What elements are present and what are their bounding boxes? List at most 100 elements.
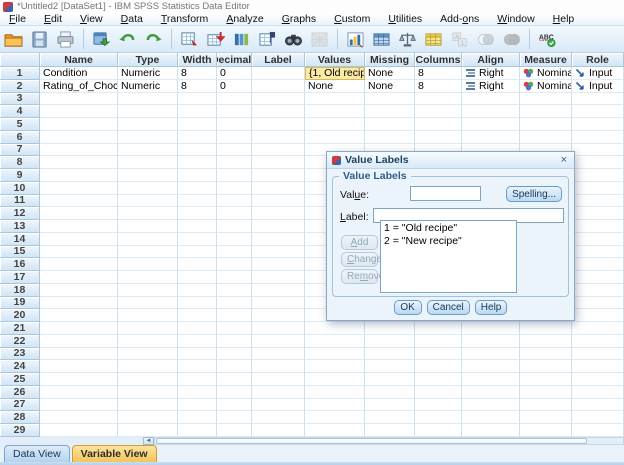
cell-decimals[interactable] — [217, 296, 252, 310]
cell-role[interactable] — [572, 220, 624, 233]
col-header-measure[interactable]: Measure — [520, 53, 572, 67]
value-labels-list[interactable]: 1 = "Old recipe" 2 = "New recipe" — [380, 220, 517, 293]
cell-decimals[interactable] — [217, 424, 252, 437]
cell-align[interactable] — [462, 105, 520, 118]
cell-type[interactable] — [118, 334, 178, 348]
cell-align[interactable] — [462, 118, 520, 131]
cell-type[interactable] — [118, 360, 178, 373]
cell-name[interactable] — [40, 194, 118, 208]
cell-type[interactable] — [118, 181, 178, 195]
cell-type[interactable] — [118, 169, 178, 182]
cell-values[interactable] — [305, 334, 365, 348]
cell-align[interactable] — [462, 347, 520, 361]
dialog-close-icon[interactable]: × — [559, 154, 569, 166]
menu-custom[interactable]: Custom — [325, 13, 379, 26]
row-number[interactable]: 9 — [0, 169, 40, 182]
cell-decimals[interactable] — [217, 360, 252, 373]
cell-missing[interactable] — [365, 130, 415, 144]
scroll-left-arrow[interactable]: ◄ — [143, 437, 154, 445]
cell-role[interactable] — [572, 373, 624, 386]
goto-case-icon[interactable] — [179, 29, 200, 49]
cell-label[interactable] — [252, 118, 305, 131]
open-data-icon[interactable] — [3, 29, 24, 49]
cell-columns[interactable]: 8 — [415, 79, 462, 93]
cell-type[interactable] — [118, 373, 178, 386]
remove-button[interactable]: Remove — [341, 269, 384, 284]
cell-measure[interactable] — [520, 347, 572, 361]
cell-role[interactable] — [572, 296, 624, 310]
insert-variable-icon[interactable] — [257, 29, 278, 49]
cell-role[interactable] — [572, 169, 624, 182]
cell-width[interactable] — [178, 271, 217, 284]
cell-role[interactable] — [572, 130, 624, 144]
cell-values[interactable] — [305, 130, 365, 144]
cell-decimals[interactable]: 0 — [217, 67, 252, 80]
cell-values[interactable] — [305, 118, 365, 131]
cell-decimals[interactable] — [217, 334, 252, 348]
cell-align[interactable]: Right — [462, 67, 520, 80]
cell-align[interactable]: Right — [462, 79, 520, 93]
cell-role[interactable] — [572, 322, 624, 335]
split-file-icon[interactable] — [309, 29, 330, 49]
menu-edit[interactable]: Edit — [35, 13, 71, 26]
row-number[interactable]: 8 — [0, 156, 40, 169]
cell-type[interactable] — [118, 296, 178, 310]
cell-label[interactable] — [252, 360, 305, 373]
row-number[interactable]: 3 — [0, 92, 40, 106]
row-number[interactable]: 7 — [0, 143, 40, 157]
cell-name[interactable] — [40, 385, 118, 399]
cell-width[interactable] — [178, 92, 217, 106]
cell-decimals[interactable]: 0 — [217, 79, 252, 93]
cell-type[interactable] — [118, 398, 178, 412]
cell-missing[interactable]: None — [365, 67, 415, 80]
cell-align[interactable] — [462, 398, 520, 412]
cell-measure[interactable] — [520, 360, 572, 373]
row-number[interactable]: 29 — [0, 424, 40, 437]
cell-missing[interactable] — [365, 322, 415, 335]
cell-name[interactable] — [40, 309, 118, 322]
cell-name[interactable] — [40, 118, 118, 131]
row-number[interactable]: 15 — [0, 245, 40, 259]
row-number[interactable]: 14 — [0, 232, 40, 246]
select-cases-icon[interactable] — [423, 29, 444, 49]
cell-name[interactable] — [40, 322, 118, 335]
cell-type[interactable] — [118, 118, 178, 131]
row-number[interactable]: 27 — [0, 398, 40, 412]
cell-type[interactable] — [118, 245, 178, 259]
cell-align[interactable] — [462, 334, 520, 348]
show-all-variables-icon[interactable] — [501, 29, 522, 49]
cell-width[interactable] — [178, 156, 217, 169]
row-number[interactable]: 24 — [0, 360, 40, 373]
cell-role[interactable] — [572, 334, 624, 348]
cell-width[interactable] — [178, 258, 217, 271]
cell-name[interactable] — [40, 245, 118, 259]
cell-role[interactable] — [572, 143, 624, 157]
cell-type[interactable] — [118, 424, 178, 437]
cell-decimals[interactable] — [217, 207, 252, 220]
cell-label[interactable] — [252, 207, 305, 220]
cell-decimals[interactable] — [217, 118, 252, 131]
row-number[interactable]: 1 — [0, 67, 40, 80]
corner-header[interactable] — [0, 53, 40, 67]
cell-label[interactable] — [252, 373, 305, 386]
cell-measure[interactable] — [520, 322, 572, 335]
cell-type[interactable] — [118, 322, 178, 335]
cell-columns[interactable] — [415, 105, 462, 118]
cell-name[interactable] — [40, 181, 118, 195]
row-number[interactable]: 22 — [0, 334, 40, 348]
tab-data-view[interactable]: Data View — [4, 445, 70, 462]
cell-width[interactable] — [178, 398, 217, 412]
row-number[interactable]: 28 — [0, 411, 40, 424]
menu-addons[interactable]: Add-ons — [431, 13, 488, 26]
insert-cases-icon[interactable] — [205, 29, 226, 49]
cell-name[interactable] — [40, 271, 118, 284]
cell-columns[interactable] — [415, 92, 462, 106]
cell-width[interactable] — [178, 283, 217, 297]
cell-align[interactable] — [462, 322, 520, 335]
cell-type[interactable] — [118, 194, 178, 208]
cell-missing[interactable] — [365, 92, 415, 106]
cell-missing[interactable] — [365, 398, 415, 412]
cell-label[interactable] — [252, 347, 305, 361]
cell-type[interactable]: Numeric — [118, 67, 178, 80]
menu-transform[interactable]: Transform — [152, 13, 217, 26]
